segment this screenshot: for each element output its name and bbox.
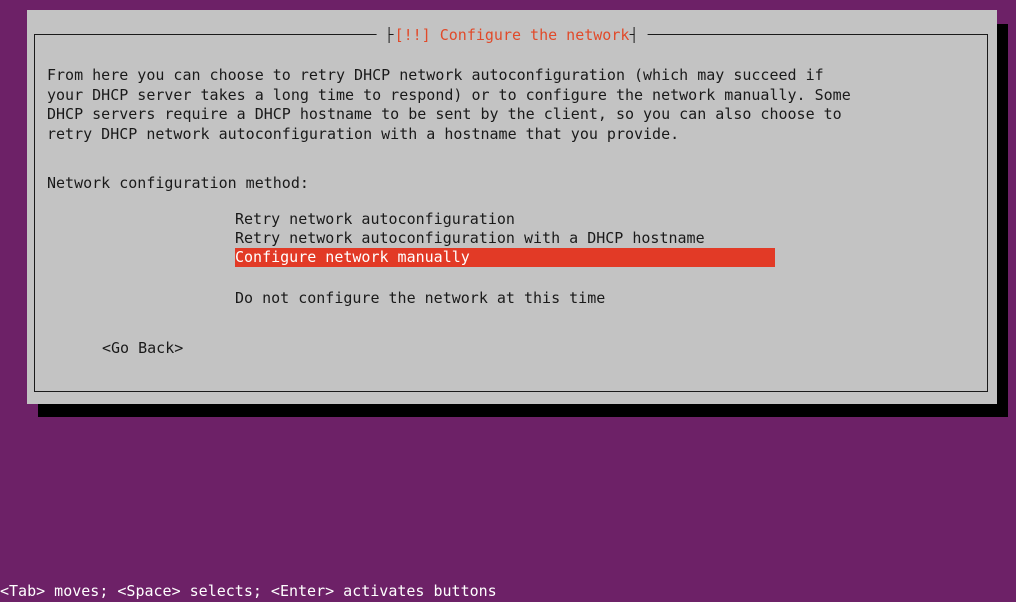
dialog-title-text: [!!] Configure the network — [394, 26, 630, 44]
dialog-description: From here you can choose to retry DHCP n… — [47, 66, 851, 143]
configure-network-dialog: [!!] Configure the network From here you… — [27, 10, 997, 404]
status-bar-hint: <Tab> moves; <Space> selects; <Enter> ac… — [0, 582, 497, 600]
dialog-title: [!!] Configure the network — [376, 25, 648, 45]
option-configure-manually[interactable]: Configure network manually — [235, 248, 775, 267]
installer-screen: [!!] Configure the network From here you… — [0, 0, 1016, 602]
option-do-not-configure[interactable]: Do not configure the network at this tim… — [235, 289, 775, 308]
title-left-bracket — [385, 25, 395, 45]
method-label: Network configuration method: — [47, 174, 309, 192]
method-options-list[interactable]: Retry network autoconfiguration Retry ne… — [235, 210, 775, 308]
option-retry-autoconfig[interactable]: Retry network autoconfiguration — [235, 210, 775, 229]
title-right-bracket — [629, 25, 639, 45]
go-back-button[interactable]: <Go Back> — [102, 338, 183, 358]
option-retry-with-hostname[interactable]: Retry network autoconfiguration with a D… — [235, 229, 775, 248]
